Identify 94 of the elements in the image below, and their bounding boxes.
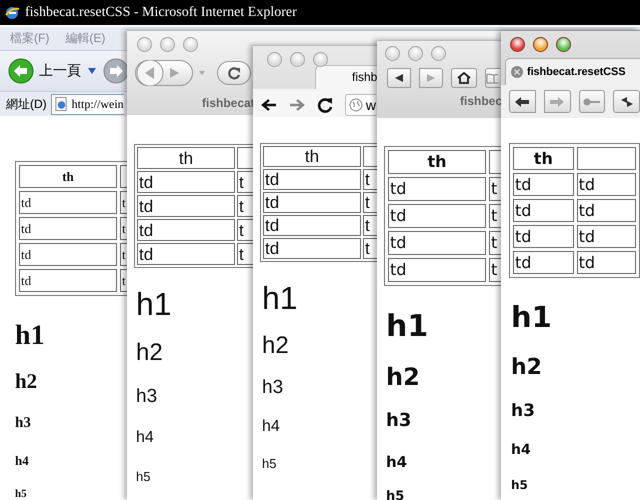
- table-cell: td: [137, 219, 235, 241]
- key-icon: [582, 98, 601, 106]
- browser-tab[interactable]: fishbecat.resetCSS: [505, 58, 640, 85]
- window-title: fishbec: [460, 94, 502, 108]
- heading: h1: [136, 287, 172, 323]
- heading: h4: [386, 454, 408, 470]
- window-title: fishbecat: [202, 96, 255, 110]
- heading: h5: [386, 490, 404, 500]
- table-cell: td: [388, 231, 486, 255]
- arrows-icon: [620, 96, 634, 108]
- table-cell: td: [19, 217, 117, 240]
- table-cell: td: [513, 225, 574, 248]
- table-cell: td: [263, 192, 361, 213]
- table-cell: td: [576, 225, 636, 248]
- heading: h2: [511, 356, 542, 380]
- table-header: th: [513, 147, 574, 170]
- minimize-button[interactable]: [533, 37, 548, 52]
- heading: h4: [511, 443, 531, 459]
- table-cell: td: [19, 269, 117, 292]
- table-cell: td: [137, 243, 235, 265]
- navigation-buttons[interactable]: [135, 60, 193, 86]
- heading: h3: [262, 378, 284, 398]
- table-header: th: [19, 165, 117, 188]
- table-cell: td: [388, 177, 486, 201]
- forward-button[interactable]: [544, 90, 570, 113]
- heading: h2: [15, 370, 38, 394]
- heading: h1: [386, 310, 428, 343]
- address-label: 網址(D): [6, 96, 47, 112]
- book-icon: [486, 72, 498, 84]
- heading: h5: [511, 479, 528, 493]
- table-cell: td: [19, 191, 117, 214]
- back-arrow-icon: [514, 96, 530, 108]
- table-cell: td: [137, 195, 235, 217]
- heading: h3: [136, 386, 158, 408]
- heading: h2: [386, 364, 420, 390]
- back-button[interactable]: 上一頁: [8, 58, 81, 84]
- heading: h4: [15, 454, 29, 468]
- address-field[interactable]: w: [345, 94, 376, 116]
- reload-button[interactable]: [217, 61, 251, 85]
- table-cell: td: [513, 199, 574, 222]
- heading: h2: [262, 332, 289, 360]
- table-header: th: [263, 146, 361, 167]
- heading: h5: [136, 470, 150, 484]
- table-cell: td: [263, 169, 361, 190]
- heading: h5: [262, 456, 276, 472]
- table-cell: td: [263, 215, 361, 236]
- table-cell: td: [137, 171, 235, 193]
- browser-logo-icon: [4, 4, 20, 20]
- page-icon: [54, 96, 69, 112]
- table-cell: td: [576, 199, 636, 222]
- window-title: fishbecat.resetCSS - Microsoft Internet Explorer: [25, 4, 297, 20]
- back-button[interactable]: [387, 68, 411, 88]
- table-cell: td: [263, 238, 361, 259]
- table-cell: td: [576, 251, 636, 274]
- forward-arrow-icon[interactable]: [289, 98, 305, 112]
- address-field[interactable]: http://wein: [50, 94, 124, 114]
- table-cell: td: [513, 173, 574, 196]
- back-arrow-icon: [394, 73, 404, 83]
- back-button[interactable]: [509, 90, 536, 113]
- caret-icon[interactable]: [87, 67, 97, 75]
- toolbar-button[interactable]: [613, 90, 640, 113]
- heading: h1: [15, 320, 45, 352]
- heading: h3: [386, 411, 412, 431]
- close-icon[interactable]: [511, 66, 523, 78]
- table-cell: td: [513, 251, 574, 274]
- close-button[interactable]: [510, 37, 525, 52]
- heading: h5: [15, 488, 27, 500]
- table-cell: td: [388, 258, 486, 282]
- heading: h1: [262, 281, 298, 317]
- forward-arrow-icon: [549, 96, 566, 108]
- back-arrow-icon[interactable]: [261, 98, 277, 112]
- forward-arrow-icon: [426, 73, 436, 83]
- home-button[interactable]: [451, 68, 477, 88]
- heading: h1: [511, 302, 552, 334]
- table-header: th: [388, 150, 486, 174]
- zoom-button[interactable]: [556, 37, 571, 52]
- browser-tab[interactable]: fishb: [315, 65, 377, 89]
- table-cell: td: [576, 173, 636, 196]
- heading: h4: [262, 418, 280, 436]
- heading: h3: [511, 402, 535, 420]
- forward-button[interactable]: [103, 58, 129, 84]
- globe-icon: [349, 98, 363, 112]
- table-header: th: [137, 147, 235, 169]
- table-cell: td: [19, 243, 117, 266]
- forward-button[interactable]: [419, 68, 443, 88]
- house-icon: [457, 72, 471, 84]
- heading: h2: [136, 340, 163, 366]
- heading: h4: [136, 429, 154, 447]
- reload-icon: [227, 66, 241, 80]
- reload-icon[interactable]: [317, 97, 333, 113]
- key-button[interactable]: [578, 90, 606, 113]
- bookmarks-button[interactable]: [485, 68, 500, 88]
- heading: h3: [15, 414, 31, 432]
- table-cell: td: [388, 204, 486, 228]
